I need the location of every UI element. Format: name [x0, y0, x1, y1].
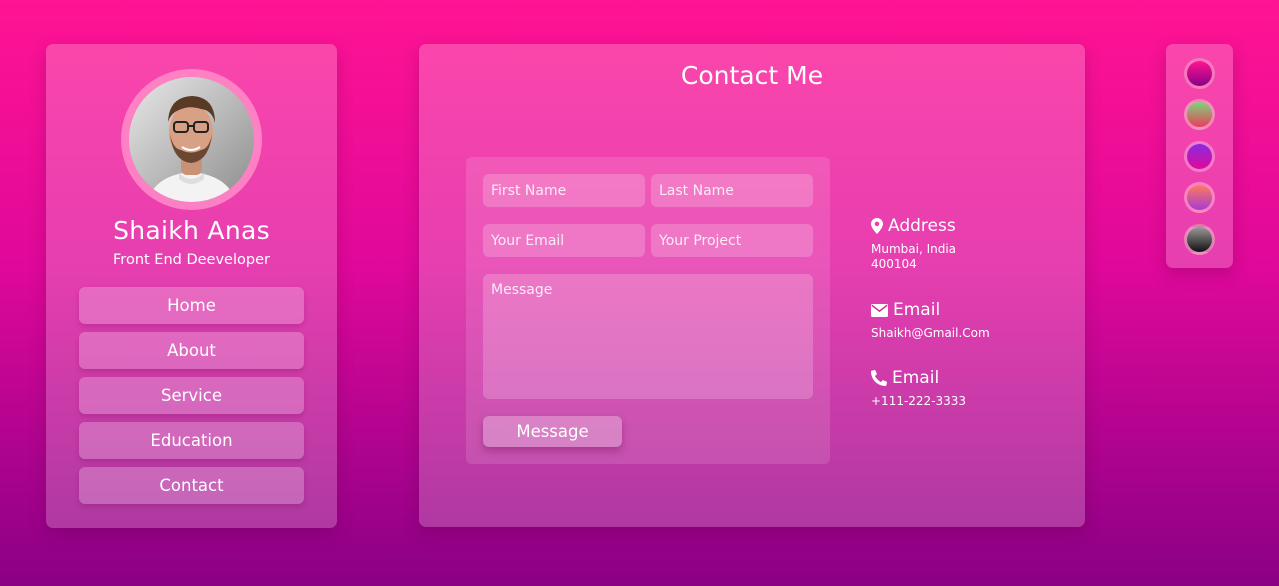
- email-title: Email: [893, 300, 941, 320]
- theme-swatch-gray-black[interactable]: [1184, 224, 1215, 255]
- profile-sidebar: Shaikh Anas Front End Deeveloper Home Ab…: [46, 44, 337, 528]
- contact-panel: Contact Me Message Address Mumbai, India…: [419, 44, 1085, 527]
- message-textarea[interactable]: [483, 274, 813, 399]
- project-input[interactable]: [651, 224, 813, 257]
- page-title: Contact Me: [680, 61, 824, 90]
- map-marker-icon: [871, 218, 883, 234]
- profile-name: Shaikh Anas: [113, 216, 270, 245]
- theme-swatch-green-red[interactable]: [1184, 99, 1215, 130]
- theme-swatch-purple-pink[interactable]: [1184, 141, 1215, 172]
- theme-swatch-magenta[interactable]: [1184, 58, 1215, 89]
- nav-education-button[interactable]: Education: [79, 422, 304, 459]
- address-line-1: Mumbai, India: [871, 242, 957, 256]
- address-block: Address Mumbai, India 400104: [871, 216, 956, 272]
- theme-swatch-orange-purple[interactable]: [1184, 182, 1215, 213]
- phone-block: Email +111-222-3333: [871, 368, 966, 409]
- nav-about-button[interactable]: About: [79, 332, 304, 369]
- envelope-icon: [871, 303, 888, 317]
- nav-home-button[interactable]: Home: [79, 287, 304, 324]
- address-title: Address: [888, 216, 956, 236]
- address-line-2: 400104: [871, 257, 917, 271]
- phone-icon: [871, 370, 887, 386]
- nav-contact-button[interactable]: Contact: [79, 467, 304, 504]
- nav-service-button[interactable]: Service: [79, 377, 304, 414]
- email-block: Email Shaikh@Gmail.Com: [871, 300, 990, 341]
- phone-value: +111-222-3333: [871, 394, 967, 408]
- contact-form: Message: [466, 157, 830, 464]
- profile-role: Front End Deeveloper: [113, 252, 270, 268]
- first-name-input[interactable]: [483, 174, 645, 207]
- avatar: [129, 77, 254, 202]
- last-name-input[interactable]: [651, 174, 813, 207]
- avatar-ring: [121, 69, 262, 210]
- email-value: Shaikh@Gmail.Com: [871, 326, 990, 340]
- send-message-button[interactable]: Message: [483, 416, 622, 447]
- avatar-photo: [129, 77, 254, 202]
- sidebar-nav: Home About Service Education Contact: [79, 287, 304, 512]
- phone-title: Email: [892, 368, 940, 388]
- email-input[interactable]: [483, 224, 645, 257]
- theme-switcher: [1166, 44, 1233, 268]
